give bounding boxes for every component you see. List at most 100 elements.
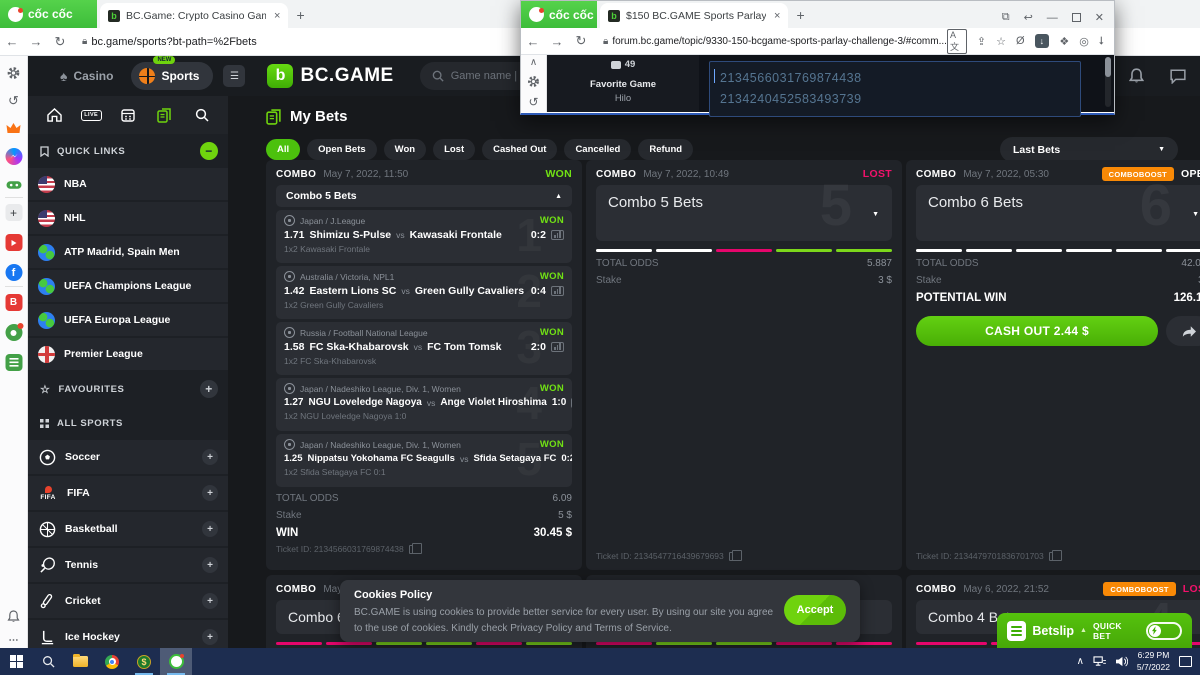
settings-gear-icon[interactable] — [527, 75, 540, 88]
sidebar-item-fifa[interactable]: FIFA FIFA+ — [28, 476, 228, 510]
hidden-icons-chevron[interactable]: ∧ — [1077, 656, 1084, 667]
nav-casino[interactable]: ♠ Casino — [60, 68, 113, 84]
collapse-quick-links-button[interactable]: − — [200, 142, 218, 160]
chat-app-icon[interactable] — [5, 324, 22, 341]
red-b-app-icon[interactable]: B — [5, 294, 22, 311]
filter-lost[interactable]: Lost — [433, 139, 475, 160]
close-window-button[interactable]: ✕ — [1095, 11, 1104, 24]
stats-icon[interactable] — [551, 230, 564, 240]
games-controller-icon[interactable] — [5, 176, 22, 193]
ticket-ids-textarea[interactable]: 2134566031769874438 2134240452583493739 — [709, 61, 1081, 117]
calendar-icon[interactable] — [118, 105, 138, 125]
stats-icon[interactable] — [551, 286, 564, 296]
filter-cancelled[interactable]: Cancelled — [564, 139, 631, 160]
chrome-icon[interactable] — [96, 648, 128, 675]
url-text[interactable]: bc.game/sports?bt-path=%2Fbets — [91, 36, 256, 48]
history-icon[interactable]: ↺ — [5, 92, 22, 109]
news-feed-icon[interactable] — [5, 354, 22, 371]
sidebar-item-nba[interactable]: NBA — [28, 168, 228, 200]
taskbar-clock[interactable]: 6:29 PM5/7/2022 — [1137, 650, 1170, 673]
accept-cookies-button[interactable]: Accept — [784, 595, 846, 625]
expand-basketball-button[interactable]: + — [202, 521, 218, 537]
start-button[interactable] — [0, 648, 32, 675]
reload-icon[interactable]: ↻ — [569, 33, 593, 49]
history-icon[interactable]: ↺ — [528, 95, 538, 109]
sidebar-item-uefa-europa[interactable]: UEFA Europa League — [28, 304, 228, 336]
live-icon[interactable]: LIVE — [81, 105, 101, 125]
file-explorer-icon[interactable] — [64, 648, 96, 675]
expand-ice-hockey-button[interactable]: + — [202, 629, 218, 645]
profile-icon[interactable]: ◎ — [1079, 35, 1089, 48]
expand-tennis-button[interactable]: + — [202, 557, 218, 573]
blocker-icon[interactable]: Ø — [1016, 35, 1025, 47]
minimize-button[interactable]: — — [1047, 12, 1058, 24]
expand-fifa-button[interactable]: + — [202, 485, 218, 501]
match-row[interactable]: 4 Japan / Nadeshiko League, Div. 1, Wome… — [276, 378, 572, 431]
popup-scrollbar[interactable] — [1105, 57, 1111, 107]
send-to-icon[interactable]: ↩ — [1024, 11, 1033, 24]
filter-won[interactable]: Won — [384, 139, 426, 160]
maximize-button[interactable] — [1072, 13, 1081, 22]
hamburger-menu-icon[interactable]: ☰ — [223, 65, 245, 87]
download-button-icon[interactable]: ↓ — [1035, 34, 1050, 48]
new-tab-button[interactable]: + — [796, 7, 804, 23]
filter-cashed-out[interactable]: Cashed Out — [482, 139, 557, 160]
notifications-icon[interactable] — [1129, 68, 1144, 84]
copy-icon[interactable] — [1049, 552, 1057, 561]
capture-icon[interactable]: ⧉ — [1002, 11, 1010, 24]
back-icon[interactable]: ← — [0, 34, 24, 49]
sidebar-item-nhl[interactable]: NHL — [28, 202, 228, 234]
new-tab-button[interactable]: + — [296, 7, 304, 23]
settings-gear-icon[interactable] — [5, 64, 22, 81]
stats-icon[interactable] — [551, 342, 564, 352]
messenger-icon[interactable] — [5, 148, 22, 165]
translate-icon[interactable]: A文 — [947, 29, 967, 54]
filter-open-bets[interactable]: Open Bets — [307, 139, 377, 160]
bookmark-star-icon[interactable]: ☆ — [996, 35, 1006, 48]
sidebar-item-cricket[interactable]: Cricket+ — [28, 584, 228, 618]
extensions-icon[interactable]: ❖ — [1059, 35, 1069, 48]
browser-tab-bcgame[interactable]: b BC.Game: Crypto Casino Gam × — [100, 3, 288, 28]
notifications-bell-icon[interactable] — [5, 608, 22, 625]
sidebar-item-soccer[interactable]: Soccer+ — [28, 440, 228, 474]
home-icon[interactable] — [44, 105, 64, 125]
match-row[interactable]: 3 Russia / Football National LeagueWON 1… — [276, 322, 572, 375]
coccoc-taskbar-icon[interactable] — [160, 648, 192, 675]
nav-sports[interactable]: NEW Sports — [131, 62, 213, 90]
dollar-app-icon[interactable]: $ — [128, 648, 160, 675]
downloads-tray-icon[interactable]: ⭣ — [1099, 35, 1104, 48]
crown-icon[interactable] — [5, 120, 22, 137]
rail-more-icon[interactable]: ⋯ — [5, 632, 22, 649]
quick-bet-toggle[interactable] — [1146, 622, 1182, 640]
facebook-icon[interactable]: f — [5, 264, 22, 281]
taskbar-search-icon[interactable] — [32, 648, 64, 675]
add-favourite-button[interactable]: + — [200, 380, 218, 398]
sidebar-item-uefa-champions[interactable]: UEFA Champions League — [28, 270, 228, 302]
network-icon[interactable] — [1093, 656, 1106, 667]
sidebar-item-basketball[interactable]: Basketball+ — [28, 512, 228, 546]
reload-icon[interactable]: ↻ — [48, 34, 72, 50]
sidebar-item-premier-league[interactable]: Premier League — [28, 338, 228, 370]
tab-close-icon[interactable]: × — [774, 10, 780, 22]
youtube-icon[interactable] — [5, 234, 22, 251]
share-bet-button[interactable] — [1166, 316, 1200, 346]
match-row[interactable]: 2 Australia / Victoria, NPL1WON 1.42East… — [276, 266, 572, 319]
expand-soccer-button[interactable]: + — [202, 449, 218, 465]
forward-icon[interactable]: → — [545, 34, 569, 49]
sort-dropdown[interactable]: Last Bets▼ — [1000, 137, 1178, 162]
combo-title-block[interactable]: Combo 5 Bets 5 ▼ — [596, 185, 892, 241]
scroll-up-icon[interactable]: ∧ — [530, 57, 537, 68]
match-row[interactable]: 5 Japan / Nadeshiko League, Div. 1, Wome… — [276, 434, 572, 487]
stats-icon[interactable] — [571, 398, 572, 408]
coccoc-logo[interactable]: cốc cốc — [0, 0, 97, 28]
cash-out-button[interactable]: CASH OUT 2.44 $ — [916, 316, 1158, 346]
expand-cricket-button[interactable]: + — [202, 593, 218, 609]
share-icon[interactable]: ⇪ — [977, 35, 986, 48]
forward-icon[interactable]: → — [24, 34, 48, 49]
filter-all[interactable]: All — [266, 139, 300, 160]
search-events-icon[interactable] — [192, 105, 212, 125]
sidebar-item-tennis[interactable]: Tennis+ — [28, 548, 228, 582]
combo-title-block[interactable]: Combo 6 Bets 6 ▼ — [916, 185, 1200, 241]
combo-title-bar[interactable]: Combo 5 Bets▲ — [276, 185, 572, 207]
coccoc-logo[interactable]: cốc cốc — [521, 1, 597, 28]
